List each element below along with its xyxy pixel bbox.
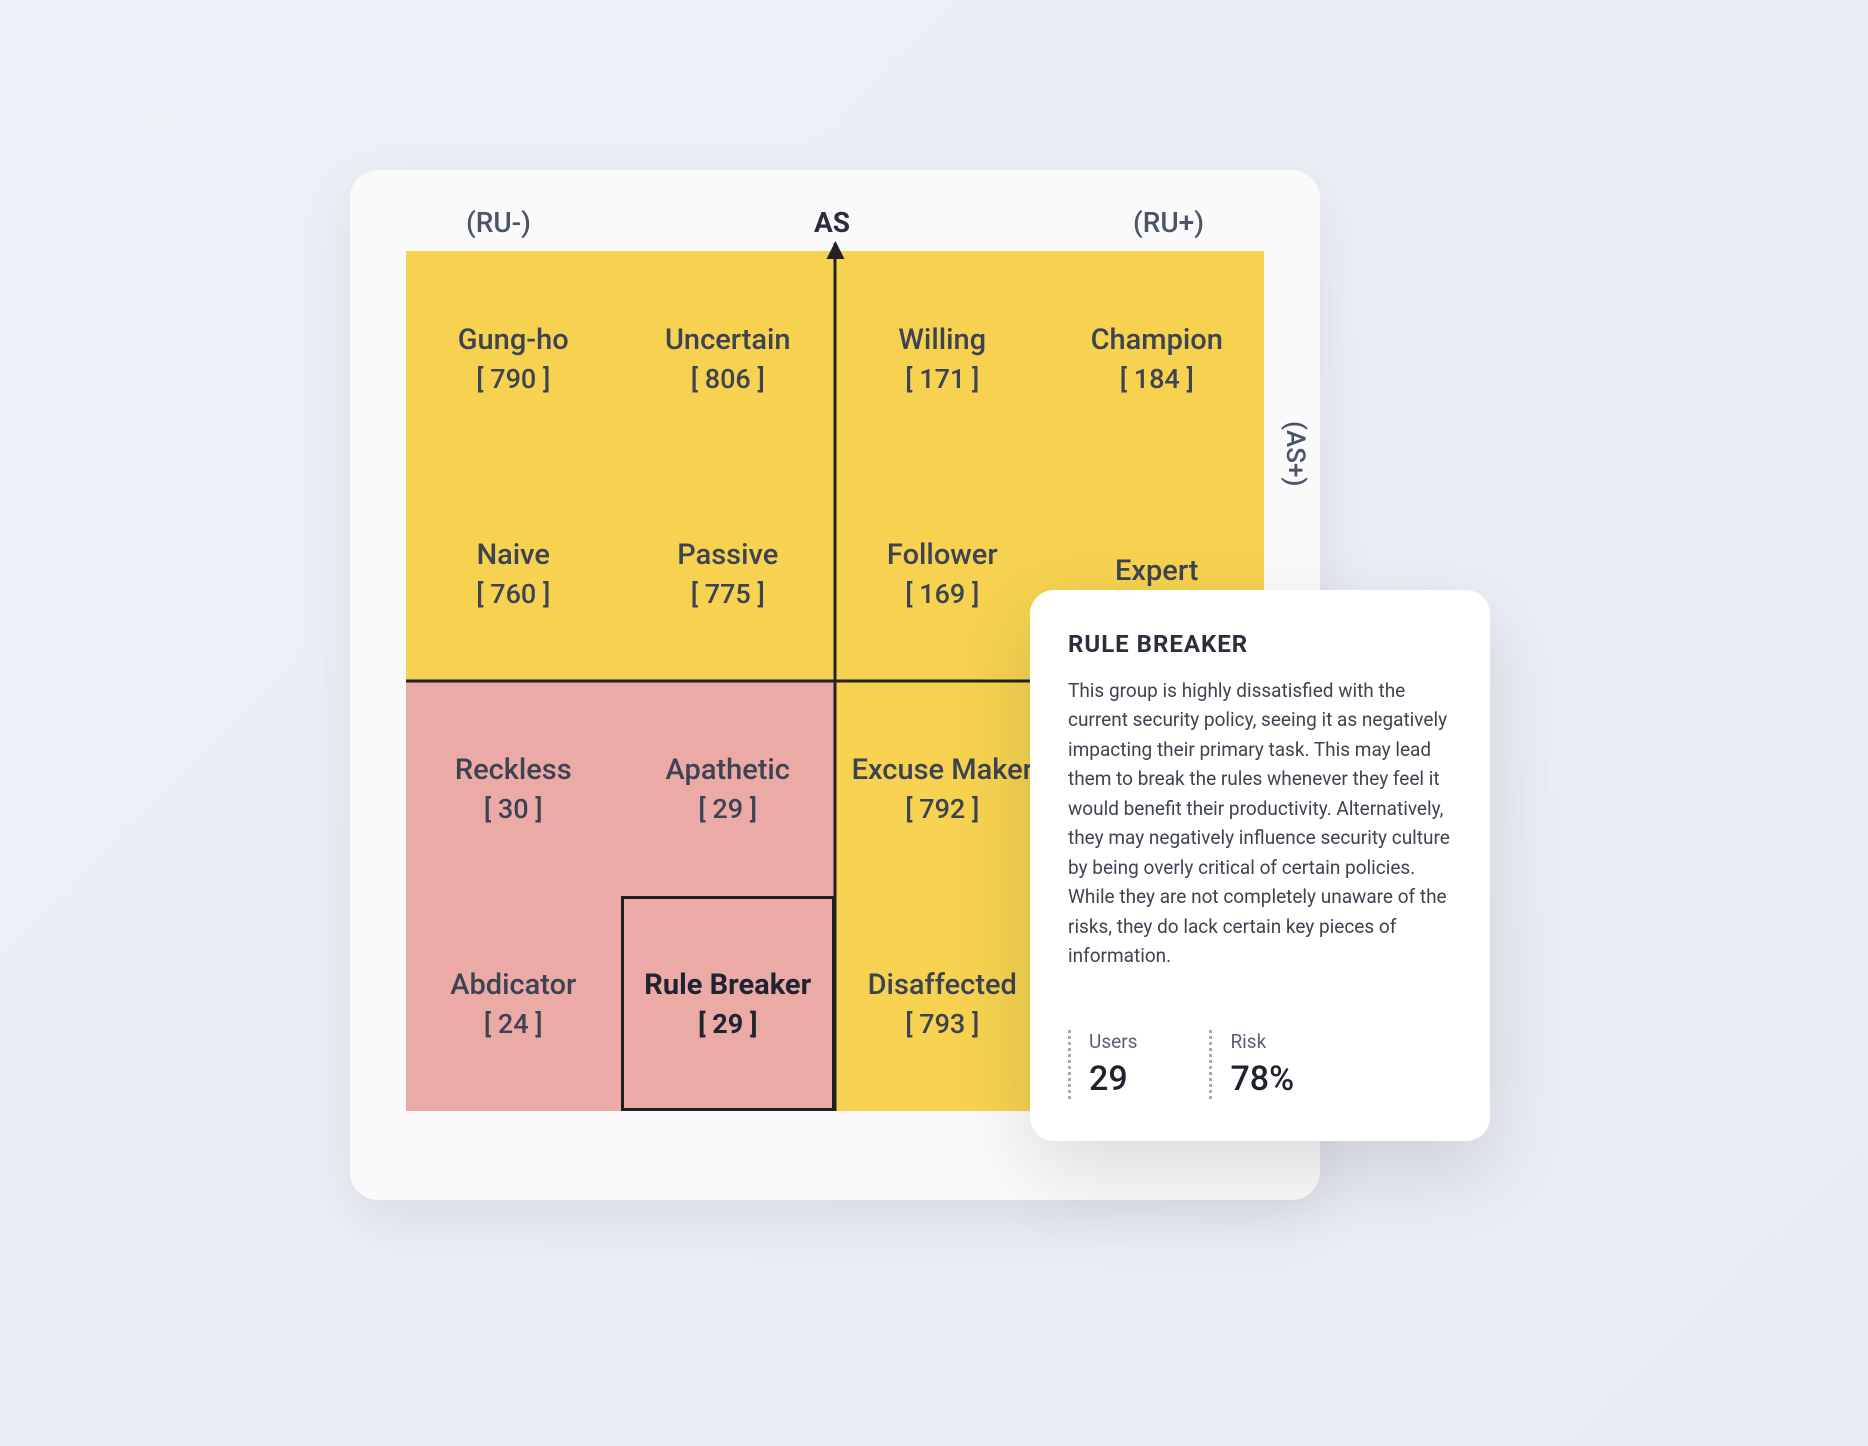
detail-card: RULE BREAKER This group is highly dissat… [1030, 590, 1490, 1141]
grid-cell[interactable]: Excuse Maker [ 792 ] [835, 681, 1050, 896]
grid-cell[interactable]: Champion [ 184 ] [1050, 251, 1265, 466]
metric-risk-value: 78% [1230, 1059, 1294, 1099]
detail-body: This group is highly dissatisfied with t… [1068, 676, 1452, 970]
cell-count: [ 792 ] [905, 793, 979, 825]
grid-cell[interactable]: Willing [ 171 ] [835, 251, 1050, 466]
grid-cell[interactable]: Disaffected [ 793 ] [835, 896, 1050, 1111]
grid-cell[interactable]: Passive [ 775 ] [621, 466, 836, 681]
cell-label: Willing [898, 323, 986, 357]
detail-title: RULE BREAKER [1068, 630, 1452, 658]
cell-count: [ 184 ] [1120, 363, 1194, 395]
cell-label: Rule Breaker [644, 968, 811, 1002]
cell-label: Naive [477, 538, 550, 572]
metric-users-label: Users [1089, 1030, 1137, 1053]
cell-count: [ 775 ] [691, 578, 765, 610]
cell-count: [ 760 ] [476, 578, 550, 610]
grid-cell[interactable]: Uncertain [ 806 ] [621, 251, 836, 466]
axis-ru-plus: (RU+) [1133, 206, 1204, 239]
cell-label: Reckless [455, 753, 572, 787]
cell-count: [ 171 ] [905, 363, 979, 395]
metric-risk: Risk 78% [1209, 1030, 1294, 1099]
cell-count: [ 24 ] [484, 1008, 543, 1040]
grid-cell[interactable]: Apathetic [ 29 ] [621, 681, 836, 896]
cell-count: [ 30 ] [484, 793, 543, 825]
axis-ru-minus: (RU-) [466, 206, 531, 239]
cell-count: [ 793 ] [905, 1008, 979, 1040]
cell-label: Excuse Maker [852, 753, 1033, 787]
axis-labels-top: (RU-) AS (RU+) [406, 206, 1264, 251]
cell-count: [ 169 ] [905, 578, 979, 610]
cell-count: [ 29 ] [698, 1008, 757, 1040]
cell-label: Gung-ho [458, 323, 569, 357]
cell-label: Follower [887, 538, 998, 572]
detail-metrics: Users 29 Risk 78% [1068, 1030, 1452, 1099]
metric-risk-label: Risk [1230, 1030, 1294, 1053]
metric-users-value: 29 [1089, 1059, 1137, 1099]
cell-label: Abdicator [450, 968, 576, 1002]
grid-cell[interactable]: Gung-ho [ 790 ] [406, 251, 621, 466]
grid-cell[interactable]: Rule Breaker [ 29 ] [621, 896, 836, 1111]
cell-label: Champion [1091, 323, 1223, 357]
cell-label: Disaffected [868, 968, 1017, 1002]
cell-count: [ 806 ] [691, 363, 765, 395]
cell-count: [ 29 ] [698, 793, 757, 825]
grid-cell[interactable]: Follower [ 169 ] [835, 466, 1050, 681]
grid-cell[interactable]: Reckless [ 30 ] [406, 681, 621, 896]
cell-label: Uncertain [665, 323, 791, 357]
grid-cell[interactable]: Naive [ 760 ] [406, 466, 621, 681]
metric-users: Users 29 [1068, 1030, 1137, 1099]
grid-cell[interactable]: Abdicator [ 24 ] [406, 896, 621, 1111]
cell-count: [ 790 ] [476, 363, 550, 395]
cell-label: Expert [1115, 554, 1198, 588]
cell-label: Passive [677, 538, 778, 572]
axis-as-center: AS [814, 206, 850, 239]
cell-label: Apathetic [666, 753, 790, 787]
axis-as-plus: (AS+) [1280, 421, 1310, 487]
